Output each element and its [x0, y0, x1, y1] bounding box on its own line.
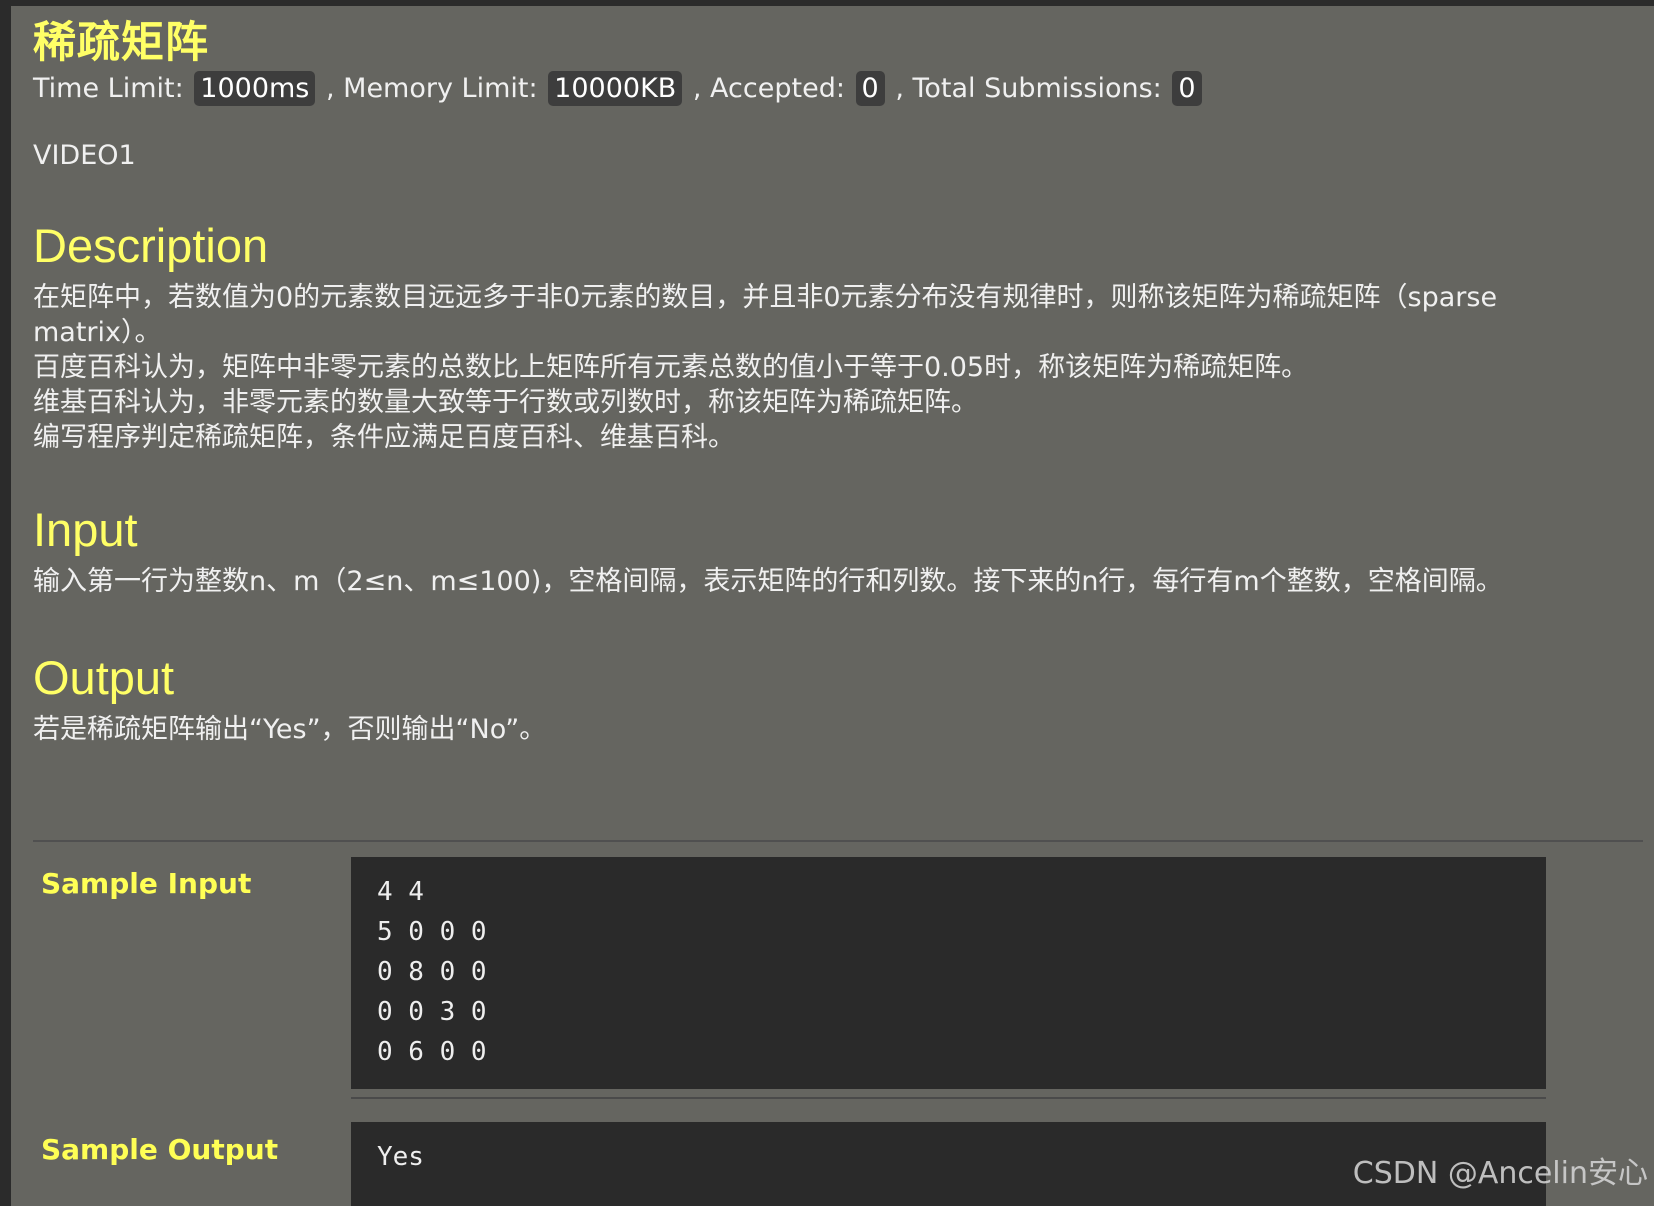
video-link[interactable]: VIDEO1	[33, 140, 136, 171]
window-edge	[0, 0, 11, 1206]
memory-limit-value: 10000KB	[548, 71, 683, 106]
sample-output-label: Sample Output	[41, 1133, 279, 1166]
input-text: 输入第一行为整数n、m（2≤n、m≤100)，空格间隔，表示矩阵的行和列数。接下…	[33, 566, 1503, 597]
time-limit-value: 1000ms	[194, 71, 316, 106]
input-heading: Input	[33, 503, 138, 556]
description-text: 在矩阵中，若数值为0的元素数目远远多于非0元素的数目，并且非0元素分布没有规律时…	[33, 280, 1593, 455]
sample-divider	[351, 1097, 1546, 1099]
sample-input-line: 0 6 0 0	[377, 1037, 487, 1067]
csdn-watermark: CSDN @Ancelin安心	[1352, 1156, 1648, 1191]
submissions-value: 0	[1172, 71, 1202, 106]
problem-title: 稀疏矩阵	[33, 18, 209, 68]
section-divider	[33, 840, 1643, 842]
description-line: 维基百科认为，非零元素的数量大致等于行数或列数时，称该矩阵为稀疏矩阵。	[33, 387, 978, 418]
output-text: 若是稀疏矩阵输出“Yes”，否则输出“No”。	[33, 714, 547, 745]
sample-input-line: 0 0 3 0	[377, 997, 487, 1027]
description-line: 百度百科认为，矩阵中非零元素的总数比上矩阵所有元素总数的值小于等于0.05时，称…	[33, 352, 1309, 383]
time-limit-label: Time Limit:	[33, 73, 184, 104]
sample-input-label: Sample Input	[41, 867, 252, 900]
sample-input-box[interactable]: 4 4 5 0 0 0 0 8 0 0 0 0 3 0 0 6 0 0	[351, 857, 1546, 1089]
output-heading: Output	[33, 651, 175, 704]
problem-limits: Time Limit: 1000ms , Memory Limit: 10000…	[33, 71, 1204, 106]
sample-input-line: 4 4	[377, 877, 424, 907]
memory-limit-label: , Memory Limit:	[325, 73, 538, 104]
description-line: 在矩阵中，若数值为0的元素数目远远多于非0元素的数目，并且非0元素分布没有规律时…	[33, 282, 1506, 348]
description-heading: Description	[33, 219, 269, 272]
submissions-label: , Total Submissions:	[895, 73, 1162, 104]
sample-input-line: 0 8 0 0	[377, 957, 487, 987]
sample-input-line: 5 0 0 0	[377, 917, 487, 947]
accepted-value: 0	[855, 71, 885, 106]
description-line: 编写程序判定稀疏矩阵，条件应满足百度百科、维基百科。	[33, 422, 735, 453]
problem-page: 稀疏矩阵 Time Limit: 1000ms , Memory Limit: …	[11, 6, 1654, 1206]
accepted-label: , Accepted:	[692, 73, 845, 104]
